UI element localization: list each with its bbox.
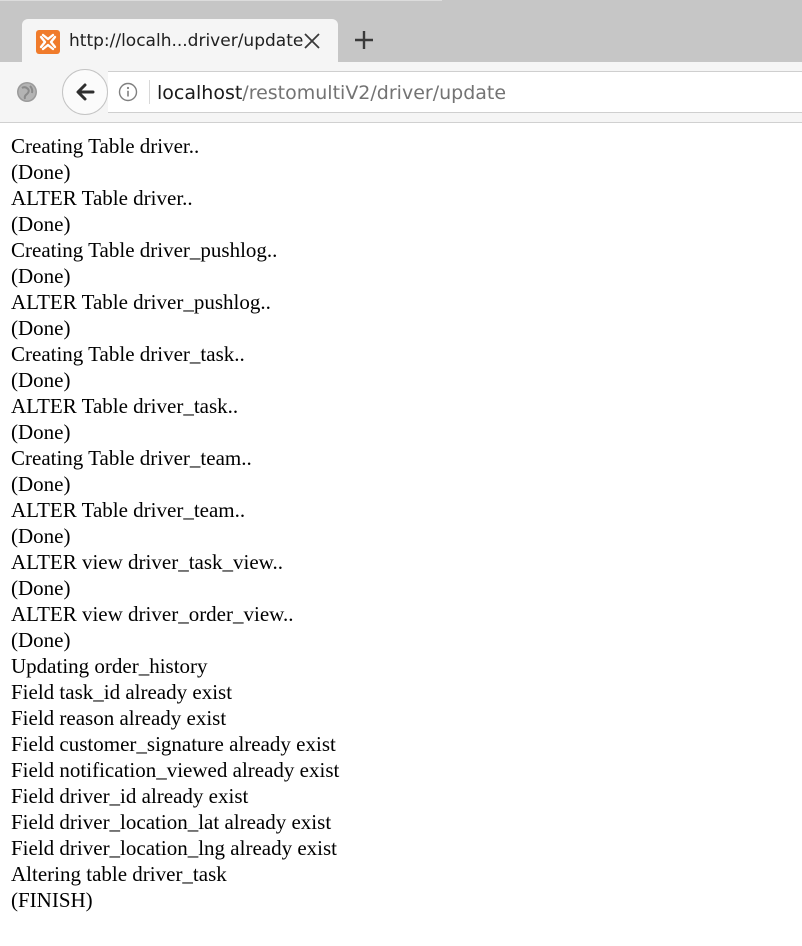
output-line: (Done) [11, 576, 71, 600]
address-bar-divider [149, 80, 150, 104]
output-line: (Done) [11, 212, 71, 236]
output-line: Field driver_id already exist [11, 784, 249, 808]
url-text[interactable]: localhost/restomultiV2/driver/update [157, 82, 506, 104]
output-line: (Done) [11, 524, 71, 548]
info-icon[interactable] [118, 82, 138, 102]
page-output: Creating Table driver.. (Done) ALTER Table… [11, 133, 791, 913]
output-line: ALTER view driver_task_view.. [11, 550, 283, 574]
output-line: ALTER view driver_order_view.. [11, 602, 294, 626]
tab-strip: http://localh...driver/update [0, 0, 802, 63]
back-button[interactable] [62, 69, 108, 115]
close-tab-icon[interactable] [300, 29, 324, 53]
output-line: Creating Table driver_pushlog.. [11, 238, 278, 262]
output-line: Field driver_location_lat already exist [11, 810, 332, 834]
new-tab-plus-icon[interactable] [352, 28, 376, 52]
output-line: (Done) [11, 160, 71, 184]
url-host: localhost [157, 82, 243, 104]
address-bar[interactable]: localhost/restomultiV2/driver/update [108, 71, 802, 113]
url-path: /restomultiV2/driver/update [242, 82, 507, 104]
tab-title: http://localh...driver/update [69, 31, 304, 51]
output-line: Creating Table driver_team.. [11, 446, 252, 470]
navigation-toolbar: localhost/restomultiV2/driver/update [0, 62, 802, 123]
output-line: ALTER Table driver_team.. [11, 498, 246, 522]
output-line: (Done) [11, 472, 71, 496]
output-line: (Done) [11, 628, 71, 652]
output-line: ALTER Table driver_task.. [11, 394, 239, 418]
output-line: (Done) [11, 368, 71, 392]
output-line: ALTER Table driver.. [11, 186, 193, 210]
output-line: (Done) [11, 264, 71, 288]
xampp-logo-icon [36, 30, 60, 54]
output-line: (FINISH) [11, 888, 93, 912]
output-line: ALTER Table driver_pushlog.. [11, 290, 271, 314]
output-line: Field customer_signature already exist [11, 732, 336, 756]
output-line: (Done) [11, 420, 71, 444]
output-line: Field reason already exist [11, 706, 227, 730]
output-line: Field driver_location_lng already exist [11, 836, 337, 860]
output-line: Altering table driver_task [11, 862, 227, 886]
browser-tab[interactable]: http://localh...driver/update [22, 19, 338, 63]
arrow-left-icon [76, 83, 95, 101]
output-line: Field task_id already exist [11, 680, 233, 704]
output-line: Creating Table driver_task.. [11, 342, 245, 366]
output-line: Updating order_history [11, 654, 208, 678]
output-line: (Done) [11, 316, 71, 340]
browser-window: http://localh...driver/update localhost/… [0, 0, 802, 946]
globe-icon[interactable] [16, 81, 38, 103]
output-line: Field notification_viewed already exist [11, 758, 340, 782]
output-line: Creating Table driver.. [11, 134, 200, 158]
tab-strip-edge [0, 0, 442, 1]
